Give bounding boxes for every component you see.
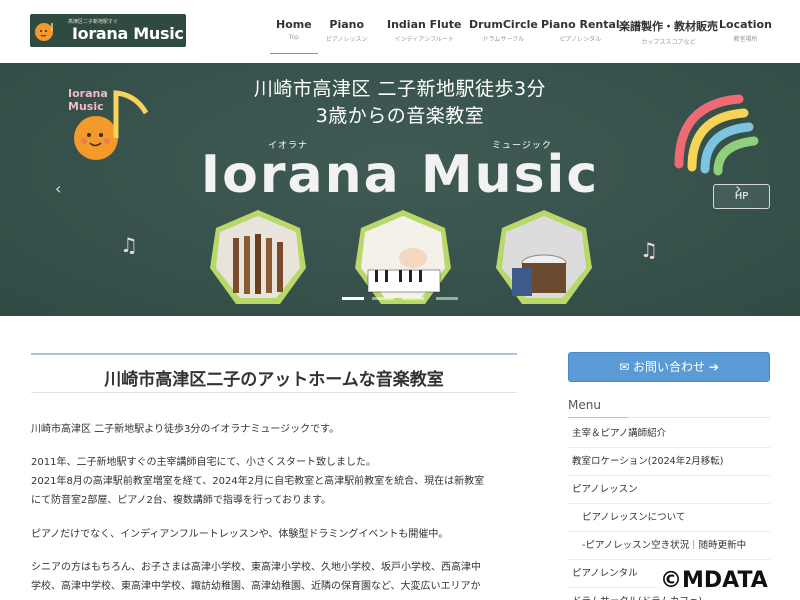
- nav-label: 楽譜製作・教材販売: [619, 20, 718, 33]
- page-title: 川崎市高津区二子のアットホームな音楽教室: [31, 353, 517, 393]
- menu-item-instructor[interactable]: 主宰＆ピアノ講師紹介: [568, 420, 770, 448]
- nav-label: DrumCircle: [469, 18, 538, 31]
- nav-label: Location: [719, 18, 772, 31]
- rainbow-icon: [674, 94, 759, 176]
- menu-item-piano-lessons[interactable]: ピアノレッスン: [568, 476, 770, 504]
- nav-label: Piano: [329, 18, 365, 31]
- nav-sub: ドラムサークル: [482, 36, 525, 43]
- nav-indian-flute[interactable]: Indian Flute インディアンフルート: [387, 18, 462, 43]
- slider-dot[interactable]: [372, 297, 394, 300]
- nav-sub: 教室場所: [733, 36, 758, 43]
- activities-paragraph: ピアノだけでなく、インディアンフルートレッスンや、体験型ドラミングイベントも開催…: [31, 529, 449, 540]
- slider-indicators: [340, 297, 460, 301]
- flute-photo: [210, 210, 306, 304]
- nav-sub: インディアンフルート: [394, 36, 454, 43]
- nav-scores[interactable]: 楽譜製作・教材販売 カップススコアなど: [619, 18, 718, 46]
- slider-next-arrow-icon[interactable]: ›: [735, 179, 741, 198]
- nav-piano[interactable]: Piano ピアノレッスン: [326, 18, 367, 43]
- content-header: 川崎市高津区二子のアットホームな音楽教室: [31, 353, 517, 393]
- slider-prev-arrow-icon[interactable]: ‹: [55, 179, 61, 198]
- hp-button[interactable]: HP: [713, 184, 770, 209]
- drum-photo: [496, 210, 592, 304]
- arrow-right-icon: ➔: [708, 360, 719, 374]
- nav-sub: Top: [288, 34, 299, 41]
- menu-item-about-piano[interactable]: ピアノレッスンについて: [568, 504, 770, 532]
- slider-dot[interactable]: [436, 297, 458, 300]
- nav-sub: カップススコアなど: [641, 39, 696, 46]
- students-line-2: 学校、高津中学校、東高津中学校、諏訪幼稚園、高津幼稚園、近隣の保育園など、大変広…: [31, 581, 481, 592]
- main-nav: Home Top Piano ピアノレッスン Indian Flute インディ…: [0, 18, 800, 58]
- nav-label: Home: [276, 18, 312, 31]
- site-header: 高津区二子新地駅すぐ Iorana Music Home Top Piano ピ…: [0, 0, 800, 63]
- nav-home[interactable]: Home Top: [270, 18, 318, 54]
- contact-label: お問い合わせ: [632, 360, 705, 374]
- piano-photo: [355, 210, 451, 304]
- nav-sub: ピアノレンタル: [559, 36, 602, 43]
- nav-location[interactable]: Location 教室場所: [719, 18, 772, 43]
- music-note-icon: ♫: [640, 238, 658, 262]
- history-line-1: 2011年、二子新地駅すぐの主宰講師自宅にて、小さくスタート致しました。: [31, 457, 376, 468]
- history-line-2: 2021年8月の高津駅前教室増室を経て、2024年2月に自宅教室と高津駅前教室を…: [31, 476, 485, 487]
- contact-button[interactable]: ✉ お問い合わせ ➔: [568, 352, 770, 382]
- nav-sub: ピアノレッスン: [326, 36, 368, 43]
- slider-dot[interactable]: [402, 297, 424, 300]
- menu-item-location[interactable]: 教室ロケーション(2024年2月移転): [568, 448, 770, 476]
- mail-icon: ✉: [619, 360, 630, 374]
- music-note-icon: ♫: [120, 233, 138, 257]
- nav-label: Piano Rental: [541, 18, 620, 31]
- history-line-3: にて防音室2部屋、ピアノ2台、複数講師で指導を行っております。: [31, 495, 332, 506]
- hero-slider: Iorana Music 川崎市高津区 二子新地駅徒歩3分 3歳からの音楽教室 イ…: [0, 63, 800, 316]
- slider-dot[interactable]: [342, 297, 364, 300]
- nav-label: Indian Flute: [387, 18, 462, 31]
- menu-item-availability[interactable]: -ピアノレッスン空き状況｜随時更新中: [568, 532, 770, 560]
- nav-piano-rental[interactable]: Piano Rental ピアノレンタル: [541, 18, 620, 43]
- menu-divider: [568, 417, 770, 418]
- students-line-1: シニアの方はもちろん、お子さまは高津小学校、東高津小学校、久地小学校、坂戸小学校…: [31, 562, 481, 573]
- intro-paragraph: 川崎市高津区 二子新地駅より徒歩3分のイオラナミュージックです。: [31, 424, 340, 435]
- nav-drumcircle[interactable]: DrumCircle ドラムサークル: [469, 18, 538, 43]
- menu-heading: Menu: [568, 398, 601, 412]
- watermark: ©MDATA: [656, 568, 772, 593]
